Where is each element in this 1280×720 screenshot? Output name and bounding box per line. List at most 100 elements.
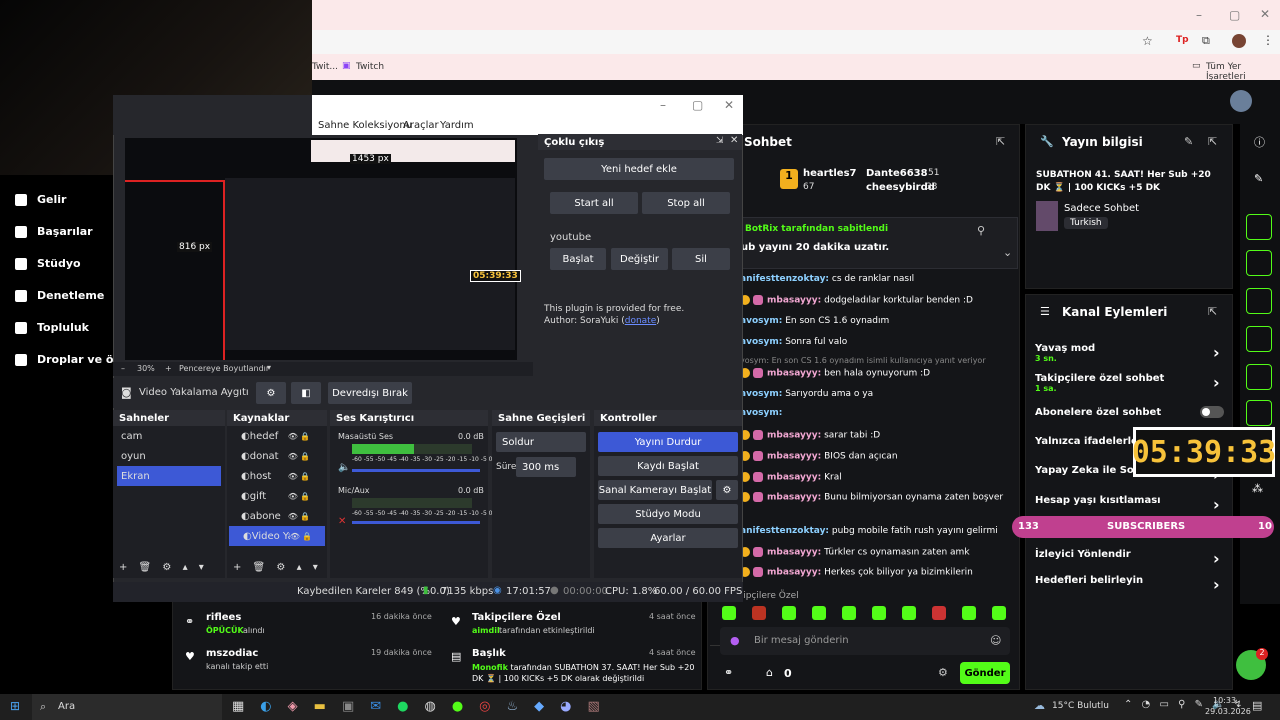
nav-item-community[interactable]: Topluluk <box>15 321 89 334</box>
filters-icon[interactable]: ◧ <box>291 382 321 404</box>
virtual-cam-button[interactable]: Sanal Kamerayı Başlat <box>598 480 712 500</box>
zoom-level[interactable]: 30% <box>137 364 155 373</box>
transition-select[interactable]: Soldur <box>496 432 586 452</box>
visibility-icon[interactable]: 👁 🔒 <box>288 452 311 461</box>
edit-target-button[interactable]: Değiştir <box>611 248 668 270</box>
source-item[interactable]: ◐ donat 👁 🔒 <box>227 446 327 466</box>
channel-action-item[interactable]: Takipçilere özel sohbet 1 sa. › <box>1035 373 1225 393</box>
scene-toolbar[interactable]: + 🗑 ⚙ ▴ ▾ <box>119 562 204 573</box>
kick-icon[interactable]: ● <box>452 699 463 714</box>
float-icon[interactable]: ⇲ <box>716 136 724 146</box>
popout-icon[interactable]: ⇱ <box>996 135 1005 148</box>
bookmarks-folder[interactable]: Tüm Yer İşaretleri <box>1206 62 1280 82</box>
source-item[interactable]: ◐ abone 👁 🔒 <box>227 506 327 526</box>
source-toolbar-bottom[interactable]: + 🗑 ⚙ ▴ ▾ <box>233 562 318 573</box>
stop-stream-button[interactable]: Yayını Durdur <box>598 432 738 452</box>
emote-icon[interactable] <box>782 606 796 620</box>
address-bar[interactable]: ☆ Tp ⧉ ⋮ <box>312 30 1280 54</box>
bookmark-twitch[interactable]: Twitch <box>356 62 384 72</box>
visibility-icon[interactable]: 👁 🔒 <box>288 432 311 441</box>
extension-icon[interactable]: Tp <box>1176 35 1189 45</box>
chat-username[interactable]: avosym: <box>740 389 782 399</box>
info-icon[interactable]: ⓘ <box>1254 134 1265 150</box>
chat-username[interactable]: mbasayyy: <box>767 493 821 503</box>
start-record-button[interactable]: Kaydı Başlat <box>598 456 738 476</box>
task-view-icon[interactable]: ▦ <box>232 699 244 714</box>
emote-icon[interactable] <box>812 606 826 620</box>
settings-icon[interactable]: ⚙ <box>938 666 948 679</box>
mic-muted-icon[interactable]: ✕ <box>338 516 346 527</box>
studio-mode-button[interactable]: Stüdyo Modu <box>598 504 738 524</box>
gear-icon[interactable]: ⚙ <box>256 382 286 404</box>
desktop-volume-slider[interactable] <box>352 469 480 472</box>
channel-action-item[interactable]: Yavaş mod 3 sn. › <box>1035 343 1225 363</box>
emote-icon[interactable] <box>752 606 766 620</box>
menu-tools[interactable]: Araçlar <box>403 120 439 131</box>
raid-icon[interactable] <box>1246 400 1272 426</box>
duration-input[interactable]: 300 ms <box>516 457 576 477</box>
puzzle-icon[interactable]: ⧉ <box>1202 34 1210 48</box>
notifications-icon[interactable]: ▤ <box>1252 699 1262 712</box>
channel-action-item[interactable]: Hesap yaşı kısıtlaması › <box>1035 495 1225 514</box>
deactivate-button[interactable]: Devredışı Bırak <box>328 382 412 404</box>
channel-action-item[interactable]: Hedefleri belirleyin › <box>1035 575 1225 594</box>
chat-username[interactable]: mbasayyy: <box>767 473 821 483</box>
discord-icon[interactable]: ◕ <box>560 699 571 714</box>
chat-input[interactable]: ● Bir mesaj gönderin ☺ <box>720 627 1010 655</box>
scene-item-selected[interactable]: Ekran <box>117 466 221 486</box>
add-target-button[interactable]: Yeni hedef ekle <box>544 158 734 180</box>
more-icon[interactable]: ⁂ <box>1252 482 1263 495</box>
scene-item[interactable]: cam <box>113 426 225 446</box>
gear-icon[interactable]: ⚙ <box>716 480 738 500</box>
windows-icon[interactable]: ⊞ <box>10 699 20 713</box>
bookmark-item[interactable]: Twit... <box>312 62 338 72</box>
emote-icon[interactable] <box>902 606 916 620</box>
menu-help[interactable]: Yardım <box>440 120 474 131</box>
emote-icon[interactable] <box>722 606 736 620</box>
source-item[interactable]: ◐ gift 👁 🔒 <box>227 486 327 506</box>
resize-to-window[interactable]: Pencereye Boyutlandır <box>179 364 269 373</box>
chat-username[interactable]: avosym: <box>740 408 782 418</box>
delete-target-button[interactable]: Sil <box>672 248 730 270</box>
subs-only-toggle[interactable] <box>1200 406 1224 418</box>
store-icon[interactable]: ▣ <box>342 699 354 714</box>
start-target-button[interactable]: Başlat <box>550 248 606 270</box>
settings-button[interactable]: Ayarlar <box>598 528 738 548</box>
user-avatar[interactable] <box>1230 90 1252 112</box>
edge-icon[interactable]: ◐ <box>260 699 271 714</box>
donate-link[interactable]: donate <box>625 316 657 326</box>
popout-icon[interactable]: ⇱ <box>1208 305 1217 318</box>
channel-action-item[interactable]: Abonelere özel sohbet <box>1035 407 1225 418</box>
obs-icon[interactable]: ◍ <box>424 699 435 714</box>
source-item[interactable]: ◐ host 👁 🔒 <box>227 466 327 486</box>
chevron-down-icon[interactable]: ⌄ <box>1003 246 1012 259</box>
chat-bubble-button[interactable]: 2 <box>1236 648 1268 680</box>
zoom-minus[interactable]: – <box>121 364 125 373</box>
steam-icon[interactable]: ♨ <box>507 699 519 714</box>
chat-username[interactable]: anifesttenzoktay: <box>740 526 829 536</box>
pin-icon[interactable]: ⚲ <box>977 224 985 237</box>
lightning-icon[interactable] <box>1246 250 1272 276</box>
chat-username[interactable]: mbasayyy: <box>767 369 821 379</box>
gift-icon[interactable]: ⌂ <box>766 666 773 679</box>
chat-username[interactable]: mbasayyy: <box>767 568 821 578</box>
poll-icon[interactable] <box>1246 288 1272 314</box>
broadcast-icon[interactable] <box>1246 364 1272 390</box>
clock-date[interactable]: 29.03.2026 <box>1205 707 1251 716</box>
pencil-icon[interactable]: ✎ <box>1254 172 1263 185</box>
star-icon[interactable]: ☆ <box>1142 34 1153 48</box>
chat-username[interactable]: mbasayyy: <box>767 452 821 462</box>
app-icon[interactable]: ▧ <box>588 699 600 714</box>
channel-action-item[interactable]: İzleyici Yönlendir › <box>1035 549 1225 568</box>
speaker-icon[interactable]: 🔈 <box>338 462 350 473</box>
minimize-icon[interactable]: – <box>660 98 666 112</box>
nav-item-moderation[interactable]: Denetleme <box>15 289 104 302</box>
minimize-icon[interactable]: – <box>1196 8 1202 22</box>
zoom-plus[interactable]: + <box>165 364 172 373</box>
emote-icon[interactable] <box>872 606 886 620</box>
source-item[interactable]: ◐ Video Ya 👁 🔒 <box>229 526 325 546</box>
chat-icon[interactable] <box>1246 326 1272 352</box>
source-item[interactable]: ◐ hedef 👁 🔒 <box>227 426 327 446</box>
emoji-icon[interactable]: ☺ <box>990 634 1001 647</box>
nav-item-income[interactable]: Gelir <box>15 193 66 206</box>
